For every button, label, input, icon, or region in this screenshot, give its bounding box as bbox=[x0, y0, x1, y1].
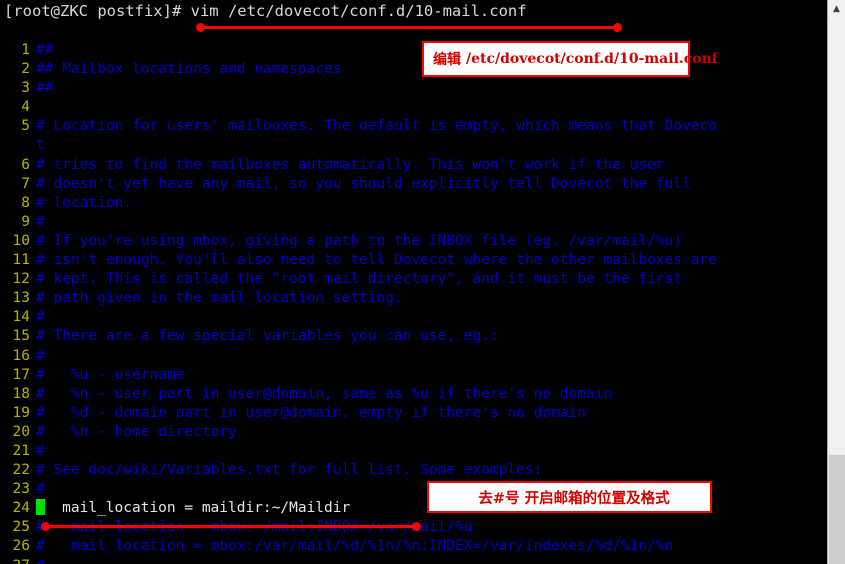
line-number: 23 bbox=[12, 481, 30, 498]
line-text: # There are a few special variables you … bbox=[36, 328, 499, 345]
line-number: 26 bbox=[12, 538, 30, 555]
scroll-up-arrow-icon[interactable]: ▲ bbox=[828, 0, 845, 18]
code-line[interactable]: 15 # There are a few special variables yo… bbox=[0, 327, 827, 346]
line-text: # %h - home directory bbox=[36, 423, 237, 440]
scrollbar-thumb[interactable] bbox=[829, 455, 845, 564]
shell-prompt-line: [root@ZKC postfix]# vim /etc/dovecot/con… bbox=[4, 2, 527, 20]
line-text: # mail_location = mbox:/var/mail/%d/%1n/… bbox=[36, 538, 674, 555]
line-text: # %u - username bbox=[36, 366, 185, 383]
annotation-edit-label: 编辑 bbox=[433, 52, 461, 68]
line-number: 5 bbox=[21, 118, 30, 135]
code-line[interactable]: 8 # location. bbox=[0, 194, 827, 213]
line-number: 6 bbox=[21, 156, 30, 173]
annotation-uncomment-text: 去#号 开启邮箱的位置及格式 bbox=[478, 490, 670, 507]
code-line[interactable]: 12 # kept. This is called the "root mail … bbox=[0, 270, 827, 289]
code-line[interactable]: 7 # doesn't yet have any mail, so you sho… bbox=[0, 175, 827, 194]
line-number: 21 bbox=[12, 442, 30, 459]
code-line[interactable]: 18 # %n - user part in user@domain, same … bbox=[0, 385, 827, 404]
line-number: 22 bbox=[12, 462, 30, 479]
code-line[interactable]: t bbox=[0, 136, 827, 155]
line-text: # If you're using mbox, giving a path to… bbox=[36, 232, 683, 249]
line-number: 16 bbox=[12, 347, 30, 364]
line-number: 7 bbox=[21, 175, 30, 192]
line-text: # bbox=[36, 442, 45, 459]
line-text: # doesn't yet have any mail, so you shou… bbox=[36, 175, 691, 192]
line-number: 27 bbox=[0, 557, 36, 564]
code-line[interactable]: 20 # %h - home directory bbox=[0, 423, 827, 442]
line-number: 11 bbox=[12, 252, 30, 269]
line-text: # %n - user part in user@domain, same as… bbox=[36, 385, 613, 402]
code-line[interactable]: 10 # If you're using mbox, giving a path … bbox=[0, 232, 827, 251]
code-line[interactable]: 9 # bbox=[0, 213, 827, 232]
scrollbar-track[interactable] bbox=[829, 17, 845, 455]
line-text: # bbox=[36, 557, 827, 564]
line-text: # kept. This is called the "root mail di… bbox=[36, 271, 683, 288]
line-number: 1 bbox=[21, 42, 30, 58]
line-text: t bbox=[36, 137, 45, 154]
line-text: ## bbox=[36, 80, 54, 97]
line-number: 19 bbox=[12, 404, 30, 421]
vim-editor-pane[interactable]: [root@ZKC postfix]# vim /etc/dovecot/con… bbox=[0, 0, 827, 564]
command-underline-marker bbox=[196, 23, 622, 32]
code-line[interactable]: 3 ## bbox=[0, 79, 827, 98]
line-text: # bbox=[36, 347, 45, 364]
line-number: 20 bbox=[12, 423, 30, 440]
line-number: 15 bbox=[12, 328, 30, 345]
annotation-edit-file: 编辑 /etc/dovecot/conf.d/10-mail.conf bbox=[422, 41, 718, 77]
line-number: 14 bbox=[12, 309, 30, 326]
code-line[interactable]: 6 # tries to find the mailboxes automatic… bbox=[0, 156, 827, 175]
code-line[interactable]: 26 # mail_location = mbox:/var/mail/%d/%1… bbox=[0, 537, 827, 556]
line-text: # Location for users' mailboxes. The def… bbox=[36, 118, 717, 135]
line-number: 18 bbox=[12, 385, 30, 402]
terminal-screen: [root@ZKC postfix]# vim /etc/dovecot/con… bbox=[0, 0, 845, 564]
code-line[interactable]: 4 bbox=[0, 98, 827, 117]
line-text: # tries to find the mailboxes automatica… bbox=[36, 156, 665, 173]
line-number: 13 bbox=[12, 290, 30, 307]
line-number: 2 bbox=[21, 61, 30, 78]
code-line[interactable]: 5 # Location for users' mailboxes. The de… bbox=[0, 117, 827, 136]
line-text: # bbox=[36, 309, 45, 326]
vertical-scrollbar[interactable]: ▲ bbox=[827, 0, 845, 564]
line-number: 9 bbox=[21, 213, 30, 230]
line-number: 25 bbox=[12, 519, 30, 536]
line-text-value: mail_location = maildir:~/Maildir bbox=[44, 500, 351, 517]
line-number: 8 bbox=[21, 194, 30, 211]
line-text: # location. bbox=[36, 194, 133, 211]
annotation-edit-path: /etc/dovecot/conf.d/10-mail.conf bbox=[466, 51, 718, 67]
line-number: 10 bbox=[12, 232, 30, 249]
line25-strikethrough-marker bbox=[41, 522, 421, 531]
line-number: 12 bbox=[12, 271, 30, 288]
code-line[interactable]: 17 # %u - username bbox=[0, 366, 827, 385]
line-text: # bbox=[36, 213, 45, 230]
line-number: 3 bbox=[21, 80, 30, 97]
line-number: 4 bbox=[21, 99, 30, 116]
code-line[interactable]: 16 # bbox=[0, 347, 827, 366]
text-cursor bbox=[36, 499, 45, 516]
line-text: # See doc/wiki/Variables.txt for full li… bbox=[36, 462, 543, 479]
line-number: 24 bbox=[12, 500, 30, 517]
line-text: # path given in the mail_location settin… bbox=[36, 290, 403, 307]
code-line[interactable]: 27# bbox=[0, 557, 827, 564]
code-line[interactable]: 19 # %d - domain part in user@domain, emp… bbox=[0, 404, 827, 423]
code-line[interactable]: 14 # bbox=[0, 308, 827, 327]
annotation-uncomment-hint: 去#号 开启邮箱的位置及格式 bbox=[427, 481, 712, 513]
code-line[interactable]: 21 # bbox=[0, 442, 827, 461]
code-line[interactable]: 11 # isn't enough. You'll also need to te… bbox=[0, 251, 827, 270]
line-number: 17 bbox=[12, 366, 30, 383]
line-text: # %d - domain part in user@domain, empty… bbox=[36, 404, 586, 421]
code-line[interactable]: 22 # See doc/wiki/Variables.txt for full … bbox=[0, 461, 827, 480]
line-text: # isn't enough. You'll also need to tell… bbox=[36, 252, 717, 269]
code-line[interactable]: 13 # path given in the mail_location sett… bbox=[0, 289, 827, 308]
